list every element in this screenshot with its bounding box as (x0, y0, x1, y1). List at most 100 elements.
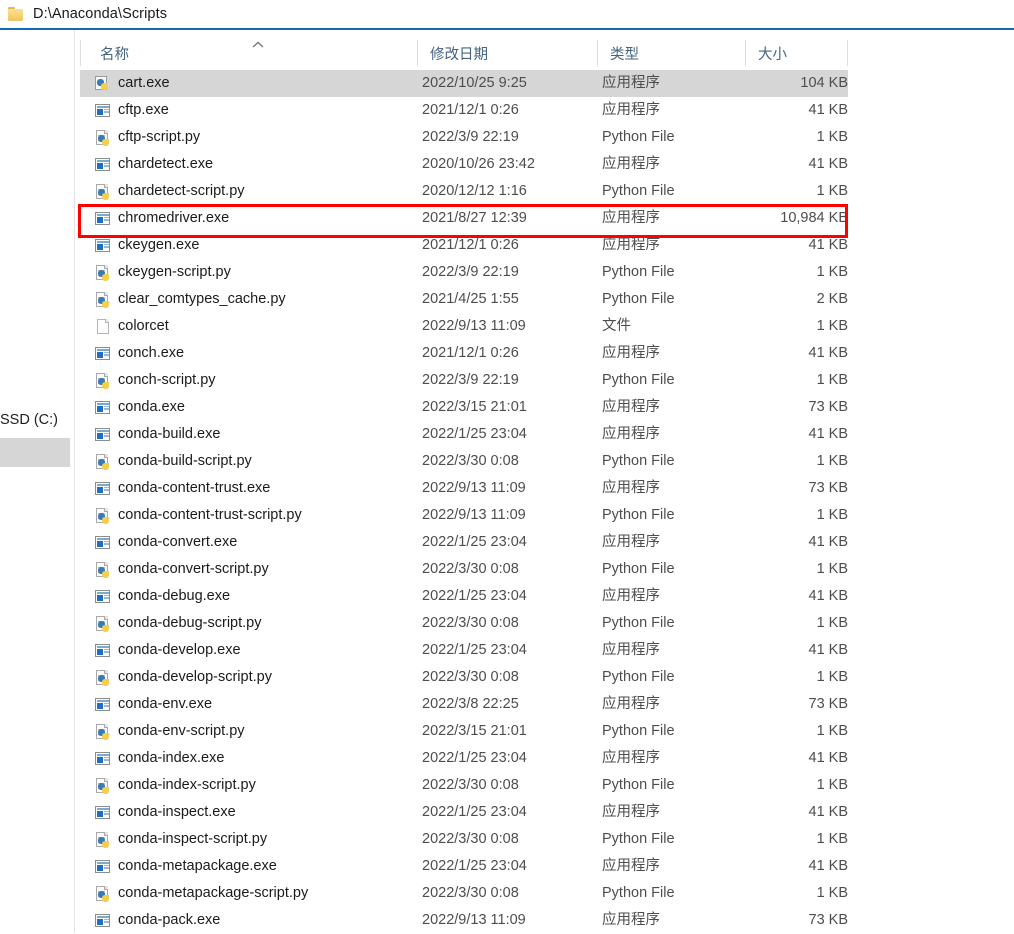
python-file-icon (94, 507, 111, 524)
application-exe-icon (94, 102, 111, 119)
file-name[interactable]: conda-metapackage.exe (118, 853, 277, 880)
file-type: Python File (602, 183, 675, 199)
file-row[interactable]: ckeygen.exe 2021/12/1 0:26 应用程序 41 KB (80, 232, 848, 259)
file-row[interactable]: chardetect-script.py 2020/12/12 1:16 Pytho… (80, 178, 848, 205)
file-row[interactable]: conda-metapackage-script.py 2022/3/30 0:0… (80, 880, 848, 907)
file-row[interactable]: conch.exe 2021/12/1 0:26 应用程序 41 KB (80, 340, 848, 367)
file-name[interactable]: conda-develop-script.py (118, 664, 272, 691)
file-row[interactable]: conda.exe 2022/3/15 21:01 应用程序 73 KB (80, 394, 848, 421)
column-separator-type-size[interactable] (745, 40, 746, 66)
file-name[interactable]: conda-index-script.py (118, 772, 256, 799)
file-name[interactable]: conda-content-trust.exe (118, 475, 270, 502)
file-name[interactable]: cftp.exe (118, 97, 169, 124)
file-list-view[interactable]: 名称 修改日期 类型 大小 cart.exe 2022/10/25 9:25 应用程… (75, 30, 1014, 933)
column-header-row[interactable]: 名称 修改日期 类型 大小 (80, 38, 848, 68)
file-row[interactable]: conch-script.py 2022/3/9 22:19 Python File… (80, 367, 848, 394)
file-name[interactable]: ckeygen-script.py (118, 259, 231, 286)
file-type: Python File (602, 885, 675, 901)
file-name[interactable]: conda-index.exe (118, 745, 224, 772)
file-name[interactable]: conda-env.exe (118, 691, 212, 718)
nav-item-selected-highlight[interactable] (0, 438, 70, 467)
file-row[interactable]: conda-index-script.py 2022/3/30 0:08 Pytho… (80, 772, 848, 799)
file-type: 应用程序 (602, 858, 660, 874)
file-row[interactable]: conda-convert.exe 2022/1/25 23:04 应用程序 41 K… (80, 529, 848, 556)
file-date-modified: 2020/10/26 23:42 (422, 156, 535, 172)
file-date-modified: 2022/3/9 22:19 (422, 264, 519, 280)
file-size: 73 KB (808, 399, 849, 415)
file-row[interactable]: chardetect.exe 2020/10/26 23:42 应用程序 41 KB (80, 151, 848, 178)
python-file-icon (94, 264, 111, 281)
file-date-modified: 2022/1/25 23:04 (422, 858, 527, 874)
file-name[interactable]: conda-build-script.py (118, 448, 252, 475)
file-row[interactable]: conda-env-script.py 2022/3/15 21:01 Python… (80, 718, 848, 745)
column-header-type[interactable]: 类型 (610, 43, 639, 64)
application-exe-icon (94, 804, 111, 821)
file-name[interactable]: conda-env-script.py (118, 718, 245, 745)
address-bar[interactable]: D:\Anaconda\Scripts (0, 0, 1014, 28)
file-name[interactable]: conda-inspect-script.py (118, 826, 267, 853)
file-row[interactable]: conda-pack.exe 2022/9/13 11:09 应用程序 73 KB (80, 907, 848, 934)
file-row[interactable]: conda-convert-script.py 2022/3/30 0:08 Pyt… (80, 556, 848, 583)
file-name[interactable]: clear_comtypes_cache.py (118, 286, 286, 313)
file-row[interactable]: conda-env.exe 2022/3/8 22:25 应用程序 73 KB (80, 691, 848, 718)
column-separator-date-type[interactable] (597, 40, 598, 66)
file-name[interactable]: cart.exe (118, 70, 170, 97)
file-size: 41 KB (808, 804, 849, 820)
file-row[interactable]: conda-content-trust.exe 2022/9/13 11:09 应用… (80, 475, 848, 502)
file-row[interactable]: ckeygen-script.py 2022/3/9 22:19 Python Fi… (80, 259, 848, 286)
file-row[interactable]: cart.exe 2022/10/25 9:25 应用程序 104 KB (80, 70, 848, 97)
file-row[interactable]: conda-inspect.exe 2022/1/25 23:04 应用程序 41 K… (80, 799, 848, 826)
column-separator-end[interactable] (847, 40, 848, 66)
file-name[interactable]: conch.exe (118, 340, 184, 367)
file-row[interactable]: conda-develop-script.py 2022/3/30 0:08 Pyt… (80, 664, 848, 691)
file-row[interactable]: cftp-script.py 2022/3/9 22:19 Python File 1… (80, 124, 848, 151)
file-type: Python File (602, 669, 675, 685)
application-exe-icon (94, 858, 111, 875)
file-row[interactable]: conda-debug-script.py 2022/3/30 0:08 Pytho… (80, 610, 848, 637)
file-row[interactable]: conda-develop.exe 2022/1/25 23:04 应用程序 41 K… (80, 637, 848, 664)
file-date-modified: 2022/3/8 22:25 (422, 696, 519, 712)
file-name[interactable]: conda-convert-script.py (118, 556, 269, 583)
file-row[interactable]: conda-index.exe 2022/1/25 23:04 应用程序 41 KB (80, 745, 848, 772)
python-file-icon (94, 291, 111, 308)
file-name[interactable]: conda.exe (118, 394, 185, 421)
file-name[interactable]: conda-metapackage-script.py (118, 880, 308, 907)
column-header-name[interactable]: 名称 (100, 43, 129, 64)
file-name[interactable]: conda-debug.exe (118, 583, 230, 610)
file-name[interactable]: colorcet (118, 313, 169, 340)
file-type: 应用程序 (602, 210, 660, 226)
file-name[interactable]: conda-pack.exe (118, 907, 220, 934)
file-row[interactable]: conda-build-script.py 2022/3/30 0:08 Pytho… (80, 448, 848, 475)
file-name[interactable]: conda-inspect.exe (118, 799, 236, 826)
file-name[interactable]: conda-content-trust-script.py (118, 502, 302, 529)
file-row[interactable]: conda-build.exe 2022/1/25 23:04 应用程序 41 KB (80, 421, 848, 448)
column-header-date[interactable]: 修改日期 (430, 43, 488, 64)
file-row[interactable]: cftp.exe 2021/12/1 0:26 应用程序 41 KB (80, 97, 848, 124)
navigation-pane[interactable]: SSD (C:) (0, 30, 75, 933)
file-name[interactable]: chardetect-script.py (118, 178, 245, 205)
file-row[interactable]: clear_comtypes_cache.py 2021/4/25 1:55 Pyt… (80, 286, 848, 313)
file-row[interactable]: chromedriver.exe 2021/8/27 12:39 应用程序 10,98… (80, 205, 848, 232)
file-row[interactable]: colorcet 2022/9/13 11:09 文件 1 KB (80, 313, 848, 340)
file-name[interactable]: ckeygen.exe (118, 232, 199, 259)
file-name[interactable]: conda-build.exe (118, 421, 220, 448)
file-row[interactable]: conda-inspect-script.py 2022/3/30 0:08 Pyt… (80, 826, 848, 853)
column-header-size[interactable]: 大小 (758, 43, 787, 64)
file-name[interactable]: chromedriver.exe (118, 205, 229, 232)
application-exe-icon (94, 750, 111, 767)
file-name[interactable]: conda-debug-script.py (118, 610, 261, 637)
column-separator-0[interactable] (80, 40, 81, 66)
file-name[interactable]: conch-script.py (118, 367, 216, 394)
file-name[interactable]: conda-convert.exe (118, 529, 237, 556)
file-type: Python File (602, 129, 675, 145)
file-row[interactable]: conda-debug.exe 2022/1/25 23:04 应用程序 41 KB (80, 583, 848, 610)
file-row[interactable]: conda-content-trust-script.py 2022/9/13 1… (80, 502, 848, 529)
file-name[interactable]: cftp-script.py (118, 124, 200, 151)
application-exe-icon (94, 156, 111, 173)
nav-item-ssd-c[interactable]: SSD (C:) (0, 412, 75, 428)
file-name[interactable]: conda-develop.exe (118, 637, 241, 664)
file-type: Python File (602, 831, 675, 847)
file-row[interactable]: conda-metapackage.exe 2022/1/25 23:04 应用程序… (80, 853, 848, 880)
column-separator-name-date[interactable] (417, 40, 418, 66)
file-name[interactable]: chardetect.exe (118, 151, 213, 178)
